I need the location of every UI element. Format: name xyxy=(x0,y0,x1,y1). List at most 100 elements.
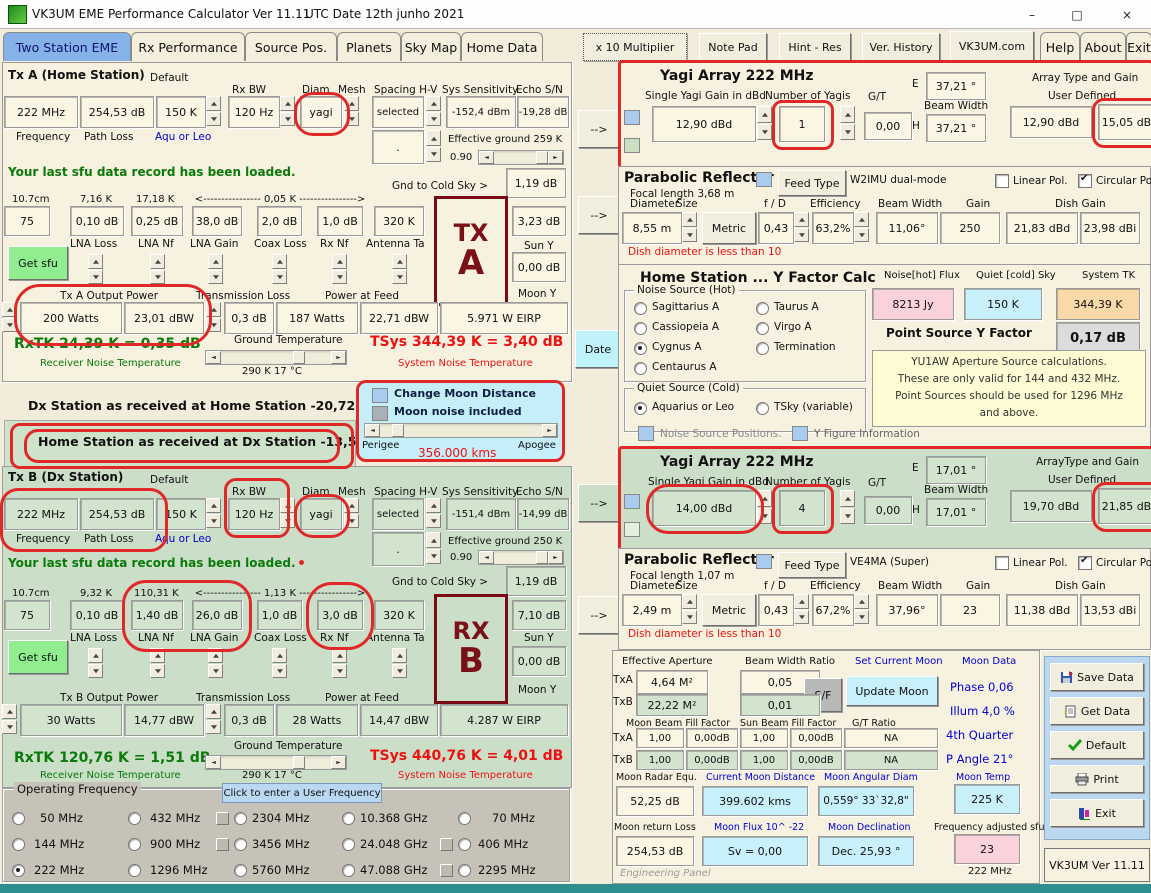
slider-right-arrow[interactable]: ► xyxy=(548,151,563,164)
txb-spacing-spinner[interactable] xyxy=(426,498,441,528)
yagi-b-gain-spinner[interactable] xyxy=(757,490,772,524)
radio-taurus-a[interactable] xyxy=(756,302,769,315)
yagi-b-num-spinner[interactable] xyxy=(840,490,855,524)
txb-lna-nf-spinner[interactable] xyxy=(150,648,165,678)
txb-trans-spinner[interactable] xyxy=(206,704,221,734)
exit-button[interactable]: Exit xyxy=(1050,799,1144,827)
radio-5760mhz[interactable] xyxy=(234,864,247,877)
txa-antenna-ta-spinner[interactable] xyxy=(392,254,407,284)
tab-home-data[interactable]: Home Data xyxy=(461,32,543,61)
slider-thumb[interactable] xyxy=(293,351,305,364)
yagi-a-num-spinner[interactable] xyxy=(840,106,855,140)
slider-thumb[interactable] xyxy=(392,424,404,437)
txa-lna-loss-field[interactable]: 0,10 dB xyxy=(70,206,124,236)
radio-406mhz[interactable] xyxy=(458,838,471,851)
parab-a-feed-marker[interactable] xyxy=(756,172,772,187)
yagi-a-blue-marker[interactable] xyxy=(624,110,640,125)
txb-coax-loss-field[interactable]: 1,0 dB xyxy=(257,600,302,630)
txa-coax-spinner[interactable] xyxy=(272,254,287,284)
slider-thumb[interactable] xyxy=(536,551,548,564)
radio-cygnus-a[interactable] xyxy=(634,342,647,355)
radio-222mhz[interactable] xyxy=(12,864,25,877)
slider-right-arrow[interactable]: ► xyxy=(331,756,346,769)
minimize-button[interactable]: – xyxy=(1015,5,1049,25)
parab-b-feed-type-button[interactable]: Feed Type xyxy=(778,552,846,578)
txa-sfu-field[interactable]: 75 xyxy=(4,206,50,236)
txa-get-sfu-button[interactable]: Get sfu xyxy=(8,246,68,280)
txa-output-spinner[interactable] xyxy=(2,302,17,332)
txb-rx-nf-field[interactable]: 3,0 dB xyxy=(317,600,363,630)
txa-lna-loss-spinner[interactable] xyxy=(88,254,103,284)
txa-trans-spinner[interactable] xyxy=(206,302,221,332)
txa-rxbw-spinner[interactable] xyxy=(280,96,295,126)
radio-3456mhz[interactable] xyxy=(234,838,247,851)
moon-distance-scrollbar[interactable]: ◄► xyxy=(364,423,558,438)
radio-432mhz[interactable] xyxy=(128,812,141,825)
radio-2295mhz[interactable] xyxy=(458,864,471,877)
txa-lna-nf-field[interactable]: 0,25 dB xyxy=(131,206,183,236)
parab-b-fd-spinner[interactable] xyxy=(794,594,809,624)
ver-history-button[interactable]: Ver. History xyxy=(862,33,940,61)
txa-trans-loss-field[interactable]: 0,3 dB xyxy=(224,302,274,334)
parab-b-fd-field[interactable]: 0,43 xyxy=(758,594,794,626)
txa-spacing2-spinner[interactable] xyxy=(426,130,441,162)
txb-rxbw-spinner[interactable] xyxy=(280,498,295,528)
transfer-arrow-yagi-b[interactable]: --> xyxy=(578,484,620,522)
txa-mesh-spinner[interactable] xyxy=(344,96,359,126)
parab-a-fd-spinner[interactable] xyxy=(794,212,809,242)
transfer-arrow-parab-b[interactable]: --> xyxy=(578,596,620,634)
radio-50mhz[interactable] xyxy=(12,812,25,825)
tab-planets[interactable]: Planets xyxy=(337,32,401,61)
tab-sky-map[interactable]: Sky Map xyxy=(401,32,461,61)
tab-rx-performance[interactable]: Rx Performance xyxy=(131,32,245,61)
yagi-a-green-marker[interactable] xyxy=(624,138,640,153)
slider-left-arrow[interactable]: ◄ xyxy=(206,351,221,364)
txb-lna-gain-field[interactable]: 26,0 dB xyxy=(192,600,242,630)
parab-b-metric-button[interactable]: Metric xyxy=(702,594,756,626)
tab-source-pos[interactable]: Source Pos. xyxy=(245,32,337,61)
slider-left-arrow[interactable]: ◄ xyxy=(479,551,494,564)
txb-eff-ground-slider[interactable]: ◄► xyxy=(478,550,564,565)
radio-70mhz[interactable] xyxy=(458,812,471,825)
parab-a-eff-spinner[interactable] xyxy=(854,212,869,242)
txa-lna-gain-spinner[interactable] xyxy=(208,254,223,284)
yagi-b-num-field[interactable]: 4 xyxy=(779,490,825,526)
radio-sagittarius-a[interactable] xyxy=(634,302,647,315)
hint-res-button[interactable]: Hint - Res xyxy=(779,33,851,61)
x10-multiplier-button[interactable]: x 10 Multiplier xyxy=(583,33,687,61)
txa-default-temp-field[interactable]: 150 K xyxy=(156,96,206,128)
y-figure-info-marker[interactable] xyxy=(792,426,808,441)
txa-ground-temp-slider[interactable]: ◄► xyxy=(205,350,347,365)
radio-24048ghz[interactable] xyxy=(342,838,355,851)
txa-antenna-ta-field[interactable]: 320 K xyxy=(374,206,424,236)
slider-thumb[interactable] xyxy=(536,151,548,164)
txb-default-temp-spinner[interactable] xyxy=(206,498,221,528)
parab-b-diameter-field[interactable]: 2,49 m xyxy=(622,594,682,626)
parab-b-size-spinner[interactable] xyxy=(682,594,697,624)
maximize-button[interactable]: □ xyxy=(1060,5,1094,25)
yagi-a-gain-spinner[interactable] xyxy=(757,106,772,140)
user-frequency-button[interactable]: Click to enter a User Frequency xyxy=(222,783,382,803)
txb-spacing2-spinner[interactable] xyxy=(426,532,441,564)
txa-default-temp-spinner[interactable] xyxy=(206,96,221,126)
parab-a-fd-field[interactable]: 0,43 xyxy=(758,212,794,244)
radio-2304mhz[interactable] xyxy=(234,812,247,825)
radio-47088ghz[interactable] xyxy=(342,864,355,877)
vk3um-com-button[interactable]: VK3UM.com xyxy=(950,31,1034,61)
txb-diam-field[interactable]: yagi xyxy=(300,498,342,530)
txb-rxbw-field[interactable]: 120 Hz xyxy=(228,498,280,530)
radio-tsky-variable[interactable] xyxy=(756,402,769,415)
slider-left-arrow[interactable]: ◄ xyxy=(479,151,494,164)
moon-noise-marker[interactable] xyxy=(372,406,388,421)
yagi-b-pale-marker[interactable] xyxy=(624,522,640,537)
update-moon-button[interactable]: Update Moon xyxy=(846,676,938,706)
txb-spacing-field[interactable]: selected xyxy=(372,498,424,530)
note-pad-button[interactable]: Note Pad xyxy=(699,33,767,61)
txb-lna-gain-spinner[interactable] xyxy=(208,648,223,678)
yagi-b-blue-marker[interactable] xyxy=(624,494,640,509)
txb-antenna-ta-field[interactable]: 320 K xyxy=(374,600,424,630)
radio-10368ghz[interactable] xyxy=(342,812,355,825)
txb-mesh-spinner[interactable] xyxy=(344,498,359,528)
tab-two-station-eme[interactable]: Two Station EME xyxy=(3,32,131,61)
txb-output-spinner[interactable] xyxy=(2,704,17,734)
